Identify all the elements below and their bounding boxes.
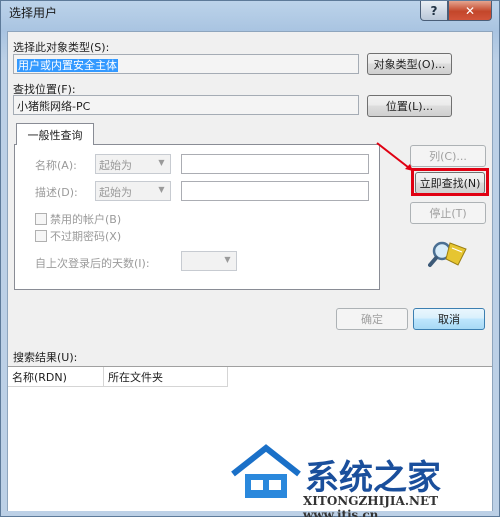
object-type-field: 用户或内置安全主体 (13, 54, 359, 74)
object-type-label: 选择此对象类型(S): (13, 41, 110, 54)
cancel-button[interactable]: 取消 (413, 308, 485, 330)
days-since-login-select[interactable]: ▼ (181, 251, 237, 271)
object-types-button[interactable]: 对象类型(O)... (367, 53, 452, 75)
column-header-folder[interactable]: 所在文件夹 (104, 367, 228, 387)
site-watermark: 系统之家 XITONGZHIJIA.NET www.itjs.cn (231, 438, 500, 517)
disabled-accounts-label: 禁用的帐户(B) (50, 213, 122, 226)
name-input[interactable] (181, 154, 369, 174)
non-expiring-password-checkbox[interactable]: 不过期密码(X) (35, 228, 121, 244)
tab-general-queries[interactable]: 一般性查询 (16, 123, 94, 145)
non-expiring-password-label: 不过期密码(X) (50, 230, 122, 243)
name-mode-select[interactable]: 起始为 ▼ (95, 154, 171, 174)
description-mode-value: 起始为 (99, 186, 132, 199)
select-users-dialog: 选择用户 ? ✕ 选择此对象类型(S): 用户或内置安全主体 对象类型(O)..… (0, 0, 500, 517)
search-animation-icon (428, 241, 467, 267)
columns-button[interactable]: 列(C)... (410, 145, 486, 167)
title-bar[interactable]: 选择用户 ? ✕ (1, 1, 499, 31)
general-queries-panel: 名称(A): 起始为 ▼ 描述(D): 起始为 ▼ 禁用的帐户(B) 不过期密码… (14, 144, 380, 290)
location-field: 小猪熊网络-PC (13, 95, 359, 115)
watermark-brand: 系统之家 (305, 458, 441, 498)
object-type-value: 用户或内置安全主体 (17, 59, 118, 72)
name-label: 名称(A): (35, 159, 77, 172)
disabled-accounts-checkbox[interactable]: 禁用的帐户(B) (35, 211, 121, 227)
house-logo-icon (231, 444, 301, 498)
annotation-highlight-box (411, 168, 489, 196)
window-title: 选择用户 (9, 6, 58, 20)
stop-button[interactable]: 停止(T) (410, 202, 486, 224)
search-results-label: 搜索结果(U): (13, 351, 78, 364)
name-mode-value: 起始为 (99, 159, 132, 172)
chevron-down-icon: ▼ (158, 185, 165, 194)
description-mode-select[interactable]: 起始为 ▼ (95, 181, 171, 201)
column-header-name[interactable]: 名称(RDN) (8, 367, 104, 387)
annotation-arrow-icon (376, 142, 414, 172)
locations-button[interactable]: 位置(L)... (367, 95, 452, 117)
close-button[interactable]: ✕ (448, 1, 492, 21)
description-label: 描述(D): (35, 186, 78, 199)
watermark-url: XITONGZHIJIA.NET www.itjs.cn (303, 494, 439, 517)
description-input[interactable] (181, 181, 369, 201)
ok-button[interactable]: 确定 (336, 308, 408, 330)
help-button[interactable]: ? (420, 1, 448, 21)
checkbox-box (35, 213, 47, 225)
chevron-down-icon: ▼ (158, 158, 165, 167)
checkbox-box (35, 230, 47, 242)
days-since-login-label: 自上次登录后的天数(I): (35, 257, 150, 270)
chevron-down-icon: ▼ (224, 255, 231, 264)
